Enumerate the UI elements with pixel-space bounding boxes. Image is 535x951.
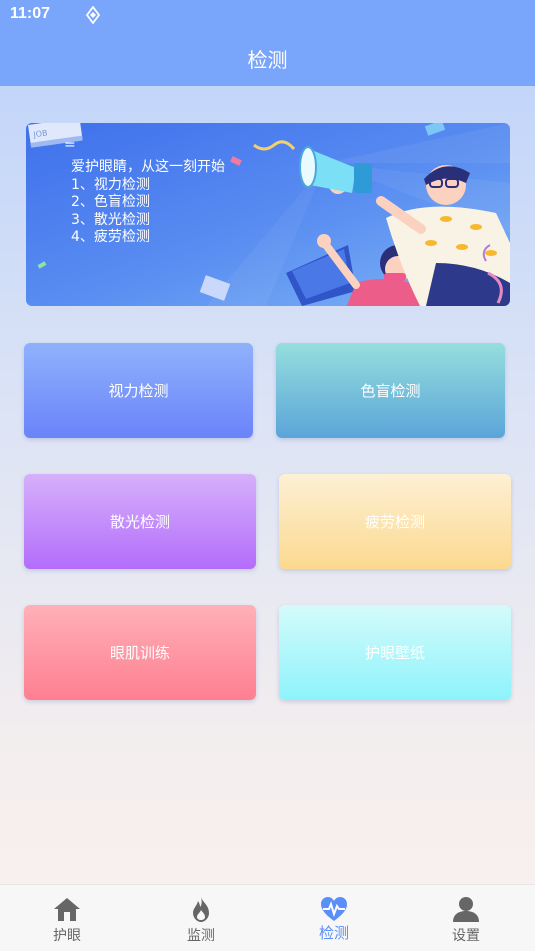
banner-item: 4、疲劳检测 <box>71 229 150 245</box>
banner-item: 3、散光检测 <box>71 211 150 228</box>
vision-test-button[interactable]: 视力检测 <box>24 343 253 438</box>
eye-muscle-training-button[interactable]: 眼肌训练 <box>24 605 256 700</box>
banner-intro: 爱护眼睛，从这一刻开始 <box>71 159 225 175</box>
heart-pulse-icon <box>321 897 347 921</box>
bottom-tab-bar: 护眼 监测 检测 设置 <box>0 884 535 951</box>
tile-label: 护眼壁纸 <box>364 644 425 662</box>
banner-item: 1、视力检测 <box>71 176 150 193</box>
tile-label: 眼肌训练 <box>109 644 170 662</box>
page-title: 检测 <box>247 48 288 72</box>
banner-text: 爱护眼睛，从这一刻开始 1、视力检测 2、色盲检测 3、散光检测 4、疲劳检测 <box>71 159 225 247</box>
eye-care-wallpaper-button[interactable]: 护眼壁纸 <box>279 605 511 700</box>
flame-icon <box>193 897 209 922</box>
tile-label: 色盲检测 <box>360 382 421 400</box>
color-blind-test-button[interactable]: 色盲检测 <box>276 343 505 438</box>
tab-monitor[interactable]: 监测 <box>134 885 268 951</box>
tab-detect[interactable]: 检测 <box>267 885 401 951</box>
header: 11:07 检测 <box>0 0 535 86</box>
tab-settings[interactable]: 设置 <box>399 885 533 951</box>
person-icon <box>453 897 479 922</box>
status-time: 11:07 <box>10 5 51 22</box>
banner-dash: = <box>64 137 76 153</box>
astigmatism-test-button[interactable]: 散光检测 <box>24 474 256 569</box>
promo-banner[interactable]: JOB = 爱护眼睛，从这一刻开始 1、视力检测 2、色盲检测 3、散光检测 4… <box>26 123 510 306</box>
banner-item: 2、色盲检测 <box>71 194 150 210</box>
tile-label: 散光检测 <box>109 513 170 531</box>
tile-label: 疲劳检测 <box>364 513 425 531</box>
home-icon <box>54 898 80 921</box>
navigation-diamond-icon <box>86 6 100 24</box>
tile-label: 视力检测 <box>108 382 169 400</box>
tab-label: 监测 <box>187 928 215 944</box>
tab-label: 检测 <box>318 924 349 942</box>
tab-label: 护眼 <box>53 928 81 944</box>
fatigue-test-button[interactable]: 疲劳检测 <box>279 474 511 569</box>
tab-eye-care[interactable]: 护眼 <box>0 885 134 951</box>
tab-label: 设置 <box>452 928 480 944</box>
